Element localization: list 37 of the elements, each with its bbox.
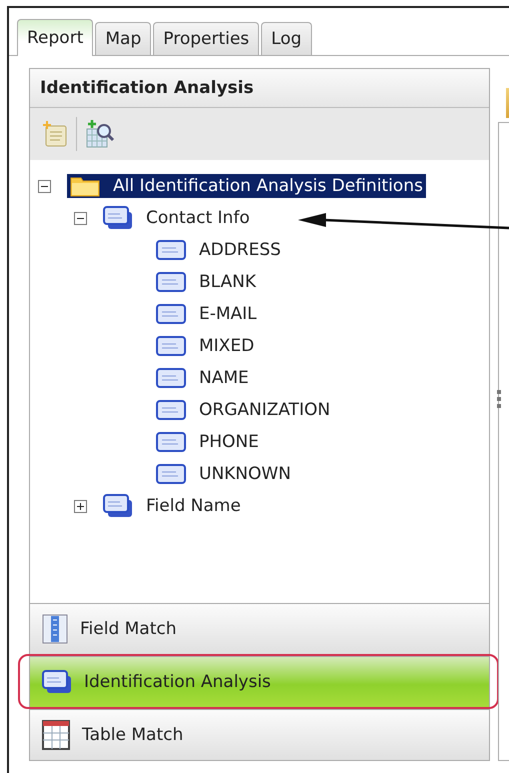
card-icon [156,464,186,484]
card-icon [156,432,186,452]
stacked-cards-icon [103,494,133,518]
tree-item[interactable]: NAME [196,366,252,390]
tree-item[interactable]: PHONE [196,430,262,454]
collapse-icon[interactable] [38,180,51,192]
tree-item[interactable]: ADDRESS [196,238,284,262]
columns-icon [42,614,68,644]
panel-title: Identification Analysis [30,69,489,108]
nav-button[interactable]: Table Match [30,709,489,760]
stacked-cards-icon [42,670,72,694]
tree-item[interactable]: UNKNOWN [196,462,294,486]
tree-item[interactable]: BLANK [196,270,260,294]
tree-item[interactable]: E-MAIL [196,302,260,326]
card-icon [156,240,186,260]
add-search-icon[interactable] [85,119,115,149]
tree-item[interactable]: MIXED [196,334,258,358]
tab[interactable]: Map [95,22,152,55]
collapse-icon[interactable] [74,212,87,224]
tree-item[interactable]: Contact Info [143,206,253,230]
resize-handle-icon[interactable] [497,390,501,408]
stacked-cards-icon [103,206,133,230]
tab[interactable]: Report [17,19,94,56]
tree-item[interactable]: Field Name [143,494,244,518]
nav-button[interactable]: Field Match [30,603,489,654]
expand-icon[interactable] [74,500,87,512]
tree-item[interactable]: ORGANIZATION [196,398,334,422]
card-icon [156,336,186,356]
card-icon [156,272,186,292]
folder-icon [70,175,100,197]
card-icon [156,368,186,388]
table-icon [42,720,70,750]
tab[interactable]: Properties [153,22,260,55]
card-icon [156,400,186,420]
tab[interactable]: Log [261,22,312,55]
card-icon [156,304,186,324]
nav-button[interactable]: Identification Analysis [30,656,489,707]
